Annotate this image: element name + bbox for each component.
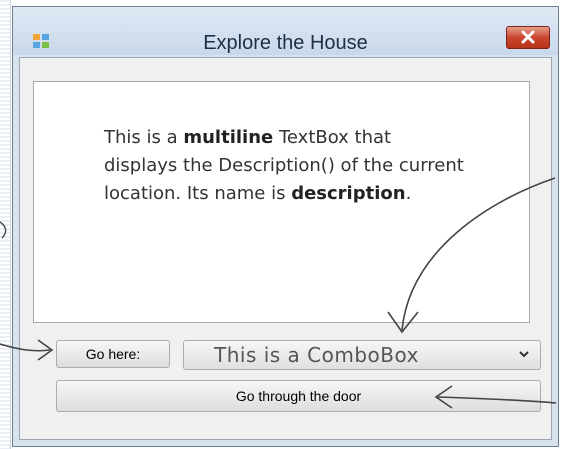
go-here-button[interactable]: Go here: <box>56 340 170 368</box>
close-icon <box>521 30 535 44</box>
desc-text-part-1: This is a <box>104 127 184 148</box>
title-bar[interactable]: Explore the House <box>13 7 558 55</box>
desc-bold-multiline: multiline <box>183 127 274 148</box>
form-client-area: This is a multiline TextBox that display… <box>19 57 552 440</box>
window-title: Explore the House <box>203 32 368 54</box>
description-text: This is a multiline TextBox that display… <box>104 124 464 208</box>
app-window: Explore the House This is a multiline Te… <box>12 6 559 447</box>
combobox-text: This is a ComboBox <box>214 343 419 367</box>
page-edge <box>0 0 11 449</box>
description-textbox[interactable]: This is a multiline TextBox that display… <box>33 81 530 323</box>
close-button[interactable] <box>506 26 550 49</box>
location-combobox[interactable]: This is a ComboBox <box>183 340 541 370</box>
desc-text-part-3: . <box>405 183 412 204</box>
chevron-down-icon[interactable] <box>518 348 530 360</box>
desc-bold-name: description <box>291 183 406 204</box>
go-through-door-button[interactable]: Go through the door <box>56 380 541 412</box>
